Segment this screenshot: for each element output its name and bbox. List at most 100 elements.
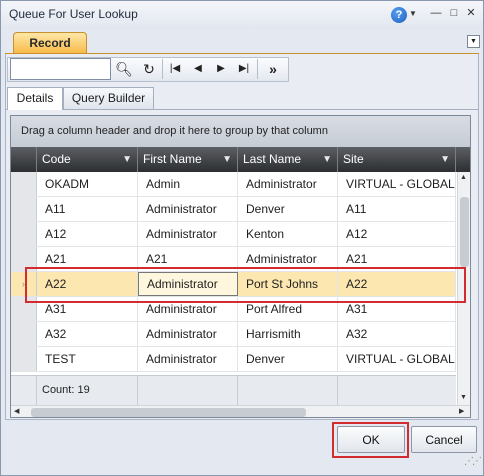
- column-header-label: Site: [343, 152, 364, 166]
- first-record-icon[interactable]: |◀: [166, 59, 184, 79]
- lookup-dialog: Queue For User Lookup ? ▼ — □ ✕ Record ▼…: [0, 0, 484, 476]
- help-icon[interactable]: ?: [391, 7, 407, 23]
- table-row[interactable]: A21 A21 Administrator A21: [11, 247, 456, 272]
- column-header-site[interactable]: Site ▼: [338, 147, 456, 172]
- vertical-scrollbar[interactable]: ▲ ▼: [457, 172, 470, 405]
- row-indicator[interactable]: [11, 247, 37, 271]
- previous-record-icon[interactable]: ◀: [189, 59, 207, 79]
- cell-code[interactable]: OKADM: [37, 172, 138, 196]
- vertical-scroll-thumb[interactable]: [460, 197, 469, 267]
- table-row[interactable]: OKADM Admin Administrator VIRTUAL - GLOBAL: [11, 172, 456, 197]
- group-by-panel[interactable]: Drag a column header and drop it here to…: [11, 116, 470, 147]
- tab-query-builder[interactable]: Query Builder: [63, 87, 154, 109]
- tab-record[interactable]: Record: [13, 32, 87, 54]
- scroll-down-icon[interactable]: ▼: [460, 394, 467, 401]
- filter-icon[interactable]: ▼: [322, 147, 332, 172]
- more-options-icon[interactable]: »: [262, 59, 284, 79]
- cell-last-name[interactable]: Port St Johns: [238, 272, 338, 296]
- horizontal-scrollbar[interactable]: ◀ ▶: [11, 405, 470, 417]
- cell-site[interactable]: VIRTUAL - GLOBAL: [338, 347, 456, 371]
- tab-details[interactable]: Details: [7, 87, 63, 110]
- cell-site[interactable]: A12: [338, 222, 456, 246]
- row-indicator[interactable]: [11, 322, 37, 346]
- scroll-up-icon[interactable]: ▲: [460, 174, 467, 181]
- title-bar: Queue For User Lookup ? ▼ — □ ✕: [1, 1, 483, 29]
- cell-code[interactable]: A22: [37, 272, 138, 296]
- cell-code[interactable]: A32: [37, 322, 138, 346]
- cell-site[interactable]: A11: [338, 197, 456, 221]
- table-row[interactable]: TEST Administrator Denver VIRTUAL - GLOBAL: [11, 347, 456, 372]
- search-input[interactable]: [10, 58, 111, 80]
- last-record-icon[interactable]: ▶|: [235, 59, 253, 79]
- row-indicator[interactable]: ›: [11, 272, 37, 296]
- grid-footer: Count: 19: [11, 375, 456, 405]
- filter-icon[interactable]: ▼: [222, 147, 232, 172]
- table-row[interactable]: A32 Administrator Harrismith A32: [11, 322, 456, 347]
- cell-last-name[interactable]: Administrator: [238, 247, 338, 271]
- column-header-first-name[interactable]: First Name ▼: [138, 147, 238, 172]
- record-count: Count: 19: [42, 384, 90, 396]
- cell-site[interactable]: A22: [338, 272, 456, 296]
- toolbar-separator: [257, 59, 258, 79]
- footer-cell: [11, 376, 37, 405]
- cell-first-name[interactable]: A21: [138, 247, 238, 271]
- cell-first-name[interactable]: Administrator: [138, 272, 238, 296]
- column-header-code[interactable]: Code ▼: [37, 147, 138, 172]
- cell-first-name[interactable]: Administrator: [138, 347, 238, 371]
- column-header-last-name[interactable]: Last Name ▼: [238, 147, 338, 172]
- footer-cell: [238, 376, 338, 405]
- cell-last-name[interactable]: Kenton: [238, 222, 338, 246]
- table-row[interactable]: A31 Administrator Port Alfred A31: [11, 297, 456, 322]
- footer-cell: [138, 376, 238, 405]
- row-indicator[interactable]: [11, 197, 37, 221]
- cell-site[interactable]: A31: [338, 297, 456, 321]
- maximize-icon[interactable]: □: [447, 7, 461, 21]
- cell-first-name[interactable]: Administrator: [138, 297, 238, 321]
- scroll-left-icon[interactable]: ◀: [14, 407, 19, 415]
- column-header-label: First Name: [143, 152, 202, 166]
- row-indicator[interactable]: [11, 172, 37, 196]
- refresh-icon[interactable]: ↻: [140, 59, 158, 79]
- cell-code[interactable]: TEST: [37, 347, 138, 371]
- cell-last-name[interactable]: Administrator: [238, 172, 338, 196]
- cell-site[interactable]: A32: [338, 322, 456, 346]
- cancel-button[interactable]: Cancel: [411, 426, 477, 453]
- filter-icon[interactable]: ▼: [440, 147, 450, 172]
- row-indicator[interactable]: [11, 222, 37, 246]
- cell-site[interactable]: A21: [338, 247, 456, 271]
- cell-first-name[interactable]: Administrator: [138, 222, 238, 246]
- close-icon[interactable]: ✕: [464, 7, 478, 21]
- horizontal-scroll-thumb[interactable]: [31, 408, 306, 417]
- scroll-right-icon[interactable]: ▶: [459, 407, 464, 415]
- header-indicator: [11, 147, 37, 172]
- resize-grip-icon[interactable]: ⋰⋰: [464, 456, 482, 467]
- ok-button[interactable]: OK: [337, 426, 405, 453]
- help-dropdown-icon[interactable]: ▼: [409, 9, 417, 18]
- cell-first-name[interactable]: Administrator: [138, 197, 238, 221]
- cell-code[interactable]: A12: [37, 222, 138, 246]
- window-title: Queue For User Lookup: [9, 7, 138, 21]
- column-header-label: Last Name: [243, 152, 302, 166]
- column-header-label: Code: [42, 152, 71, 166]
- minimize-icon[interactable]: —: [429, 7, 443, 21]
- ribbon-collapse-icon[interactable]: ▼: [467, 35, 480, 48]
- cell-site[interactable]: VIRTUAL - GLOBAL: [338, 172, 456, 196]
- cell-code[interactable]: A21: [37, 247, 138, 271]
- cell-last-name[interactable]: Denver: [238, 347, 338, 371]
- cell-last-name[interactable]: Harrismith: [238, 322, 338, 346]
- search-icon[interactable]: 🔍︎: [115, 59, 133, 79]
- table-row[interactable]: A11 Administrator Denver A11: [11, 197, 456, 222]
- results-grid: Drag a column header and drop it here to…: [10, 115, 471, 418]
- cell-last-name[interactable]: Port Alfred: [238, 297, 338, 321]
- table-row[interactable]: › A22 Administrator Port St Johns A22: [11, 272, 456, 297]
- cell-last-name[interactable]: Denver: [238, 197, 338, 221]
- next-record-icon[interactable]: ▶: [212, 59, 230, 79]
- cell-first-name[interactable]: Administrator: [138, 322, 238, 346]
- cell-code[interactable]: A11: [37, 197, 138, 221]
- filter-icon[interactable]: ▼: [122, 147, 132, 172]
- row-indicator[interactable]: [11, 297, 37, 321]
- cell-first-name[interactable]: Admin: [138, 172, 238, 196]
- cell-code[interactable]: A31: [37, 297, 138, 321]
- table-row[interactable]: A12 Administrator Kenton A12: [11, 222, 456, 247]
- row-indicator[interactable]: [11, 347, 37, 371]
